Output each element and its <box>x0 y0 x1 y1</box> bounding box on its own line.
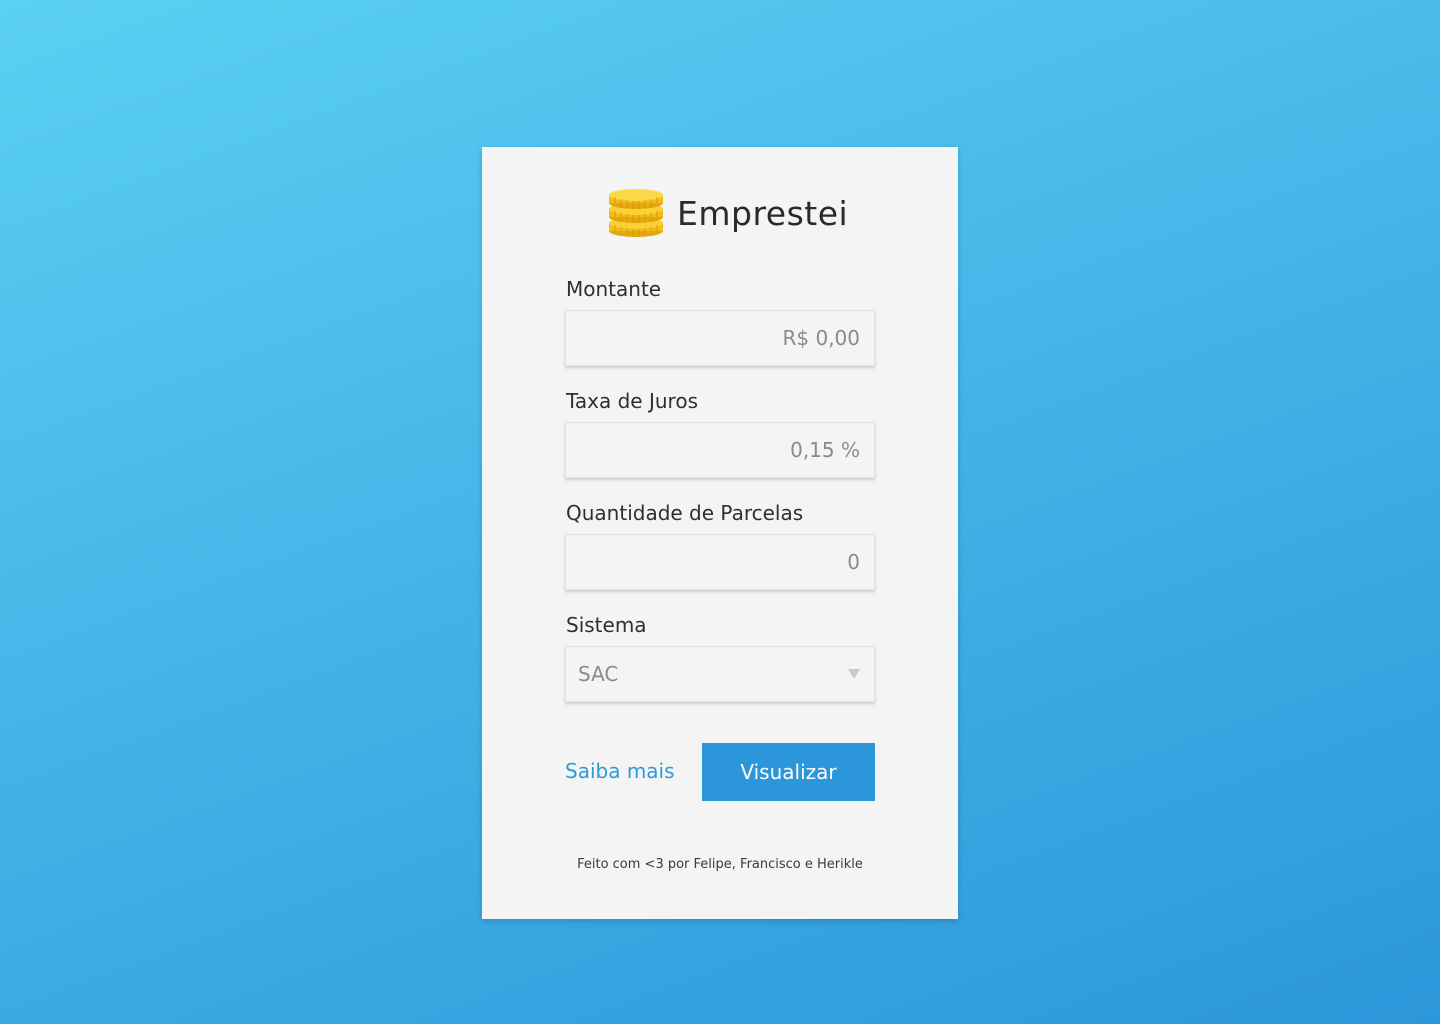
footer-credits: Feito com <3 por Felipe, Francisco e Her… <box>577 857 863 872</box>
interest-rate-field <box>565 422 875 478</box>
interest-rate-label: Taxa de Juros <box>566 389 698 413</box>
system-selected-value: SAC <box>578 662 619 686</box>
amount-field <box>565 310 875 366</box>
visualize-button[interactable]: Visualizar <box>702 743 875 801</box>
chevron-down-icon <box>848 669 860 679</box>
loan-calculator-card: Emprestei Montante Taxa de Juros Quantid… <box>482 147 958 919</box>
app-title: Emprestei <box>677 193 849 233</box>
learn-more-link[interactable]: Saiba mais <box>565 759 675 783</box>
interest-rate-input[interactable] <box>566 423 874 477</box>
brand-header: Emprestei <box>605 183 849 243</box>
amount-input[interactable] <box>566 311 874 365</box>
coin-stack-icon <box>609 189 663 237</box>
installments-field <box>565 534 875 590</box>
installments-label: Quantidade de Parcelas <box>566 501 804 525</box>
system-select[interactable]: SAC <box>565 646 875 702</box>
amount-label: Montante <box>566 277 662 301</box>
installments-input[interactable] <box>566 535 874 589</box>
system-label: Sistema <box>566 613 647 637</box>
